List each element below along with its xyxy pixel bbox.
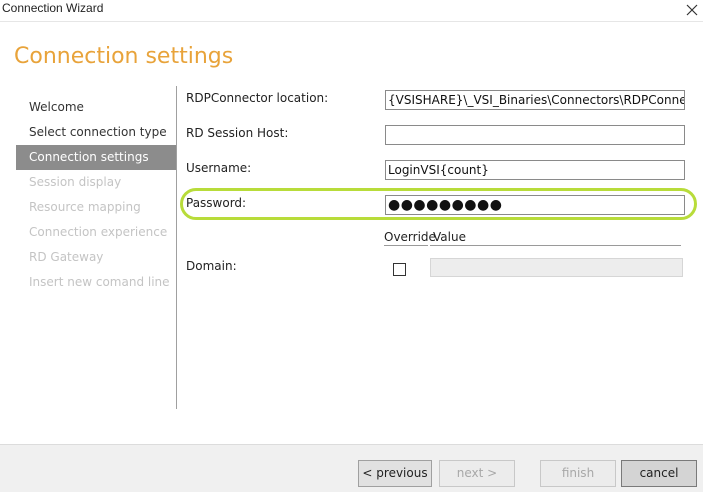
sidebar-item-welcome[interactable]: Welcome bbox=[16, 95, 176, 120]
wizard-footer: < previous next > finish cancel bbox=[0, 444, 703, 492]
sidebar-item-rd-gateway: RD Gateway bbox=[29, 250, 104, 264]
domain-value-input bbox=[430, 258, 683, 277]
sidebar-item-connection-experience: Connection experience bbox=[29, 225, 168, 239]
next-button: next > bbox=[439, 460, 515, 487]
finish-button: finish bbox=[540, 460, 616, 487]
page-title: Connection settings bbox=[14, 44, 234, 69]
title-bar: Connection Wizard bbox=[0, 0, 703, 22]
username-input[interactable]: LoginVSI{count} bbox=[385, 160, 685, 180]
close-icon[interactable] bbox=[681, 0, 703, 22]
sidebar-item-select-connection-type[interactable]: Select connection type bbox=[16, 120, 176, 145]
override-column-header: Override bbox=[384, 230, 436, 246]
domain-override-checkbox[interactable] bbox=[393, 263, 406, 276]
rdpconnector-label: RDPConnector location: bbox=[186, 91, 329, 105]
rd-session-host-input[interactable] bbox=[385, 125, 685, 145]
rdpconnector-location-input[interactable]: {VSISHARE}\_VSI_Binaries\Connectors\RDPC… bbox=[385, 90, 685, 110]
previous-button[interactable]: < previous bbox=[358, 460, 432, 487]
sidebar-item-session-display: Session display bbox=[29, 175, 122, 189]
sidebar-divider bbox=[176, 86, 177, 409]
wizard-steps-sidebar: Welcome Select connection type Connectio… bbox=[16, 95, 176, 295]
sidebar-item-resource-mapping: Resource mapping bbox=[29, 200, 141, 214]
rd-session-host-label: RD Session Host: bbox=[186, 126, 289, 140]
window-title: Connection Wizard bbox=[2, 1, 104, 15]
value-column-header: Value bbox=[430, 230, 681, 246]
sidebar-item-connection-settings[interactable]: Connection settings bbox=[16, 145, 176, 170]
cancel-button[interactable]: cancel bbox=[621, 460, 697, 487]
sidebar-item-insert-command-line: Insert new comand line bbox=[29, 275, 170, 289]
password-highlight-outline bbox=[180, 188, 697, 220]
domain-label: Domain: bbox=[186, 259, 237, 273]
username-label: Username: bbox=[186, 161, 252, 175]
